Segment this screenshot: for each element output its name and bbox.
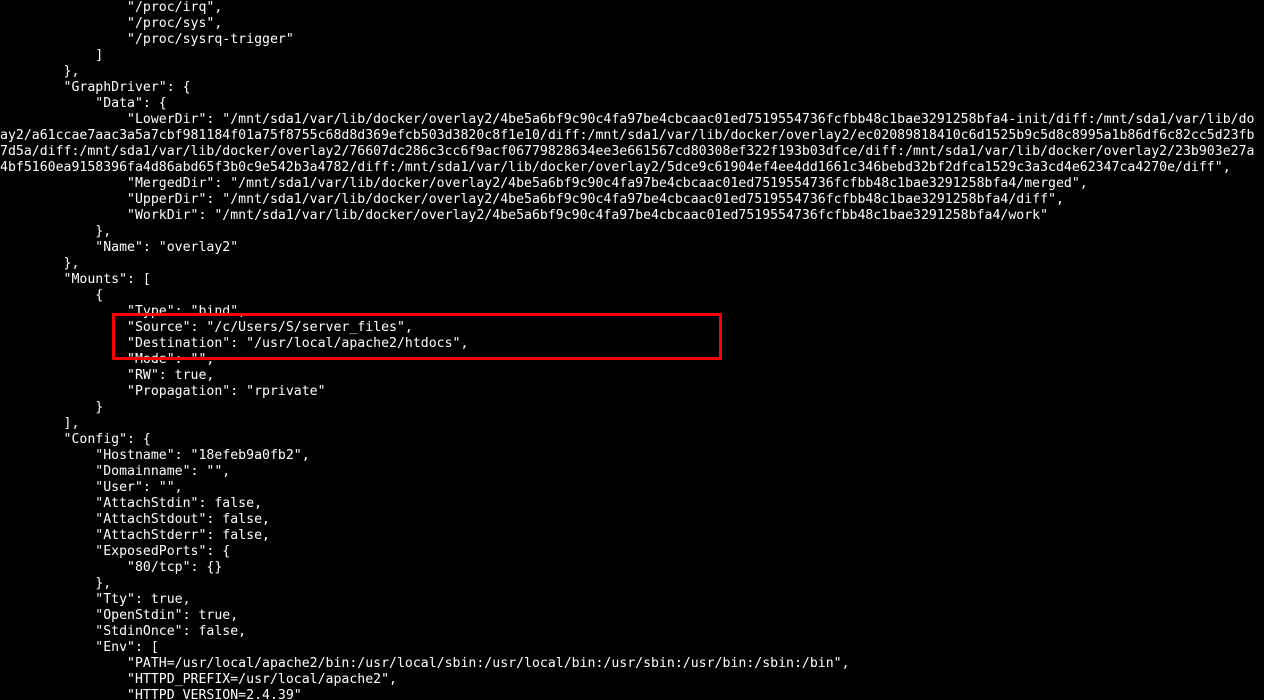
terminal-line: "PATH=/usr/local/apache2/bin:/usr/local/…	[0, 656, 850, 671]
terminal-line: "HTTPD_PREFIX=/usr/local/apache2",	[0, 672, 397, 687]
terminal-line: "/proc/irq",	[0, 0, 222, 15]
terminal-line: "WorkDir": "/mnt/sda1/var/lib/docker/ove…	[0, 208, 1048, 223]
terminal-line: "Mode": "",	[0, 352, 214, 367]
terminal-line: "ExposedPorts": {	[0, 544, 230, 559]
terminal-line: "OpenStdin": true,	[0, 608, 238, 623]
terminal-line: 4bf5160ea9158396fa4d86abd65f3b0c9e542b3a…	[0, 160, 1231, 175]
terminal-line: "User": "",	[0, 480, 183, 495]
terminal-line: "Tty": true,	[0, 592, 191, 607]
terminal-line: "GraphDriver": {	[0, 80, 191, 95]
terminal-line: },	[0, 256, 79, 271]
terminal-line: "StdinOnce": false,	[0, 624, 246, 639]
terminal-line: "/proc/sysrq-trigger"	[0, 32, 294, 47]
terminal-line: "/proc/sys",	[0, 16, 222, 31]
terminal-line: "RW": true,	[0, 368, 214, 383]
terminal-line: "Name": "overlay2"	[0, 240, 238, 255]
terminal-line: {	[0, 288, 103, 303]
terminal-line: 7d5a/diff:/mnt/sda1/var/lib/docker/overl…	[0, 144, 1254, 159]
terminal-line: "AttachStdin": false,	[0, 496, 262, 511]
terminal-line: "Type": "bind",	[0, 304, 246, 319]
terminal-output[interactable]: "/proc/irq", "/proc/sys", "/proc/sysrq-t…	[0, 0, 1264, 700]
terminal-line: "Env": [	[0, 640, 159, 655]
terminal-line: },	[0, 576, 111, 591]
terminal-line: "Data": {	[0, 96, 167, 111]
terminal-line: }	[0, 400, 103, 415]
terminal-line: },	[0, 224, 111, 239]
terminal-line: ],	[0, 416, 79, 431]
terminal-line: "LowerDir": "/mnt/sda1/var/lib/docker/ov…	[0, 112, 1254, 127]
terminal-line: "Destination": "/usr/local/apache2/htdoc…	[0, 336, 468, 351]
terminal-line: "Config": {	[0, 432, 151, 447]
terminal-line: "HTTPD_VERSION=2.4.39"	[0, 688, 302, 700]
terminal-line: "Mounts": [	[0, 272, 151, 287]
terminal-line: "Propagation": "rprivate"	[0, 384, 326, 399]
terminal-line: ay2/a61ccae7aac3a5a7cbf981184f01a75f8755…	[0, 128, 1254, 143]
terminal-line: "Hostname": "18efeb9a0fb2",	[0, 448, 310, 463]
terminal-line: ]	[0, 48, 103, 63]
terminal-line: "AttachStderr": false,	[0, 528, 270, 543]
terminal-line: "Domainname": "",	[0, 464, 230, 479]
terminal-line: "Source": "/c/Users/S/server_files",	[0, 320, 413, 335]
terminal-line: "MergedDir": "/mnt/sda1/var/lib/docker/o…	[0, 176, 1088, 191]
terminal-line: "AttachStdout": false,	[0, 512, 270, 527]
terminal-line: "UpperDir": "/mnt/sda1/var/lib/docker/ov…	[0, 192, 1064, 207]
terminal-line: },	[0, 64, 79, 79]
terminal-line: "80/tcp": {}	[0, 560, 222, 575]
